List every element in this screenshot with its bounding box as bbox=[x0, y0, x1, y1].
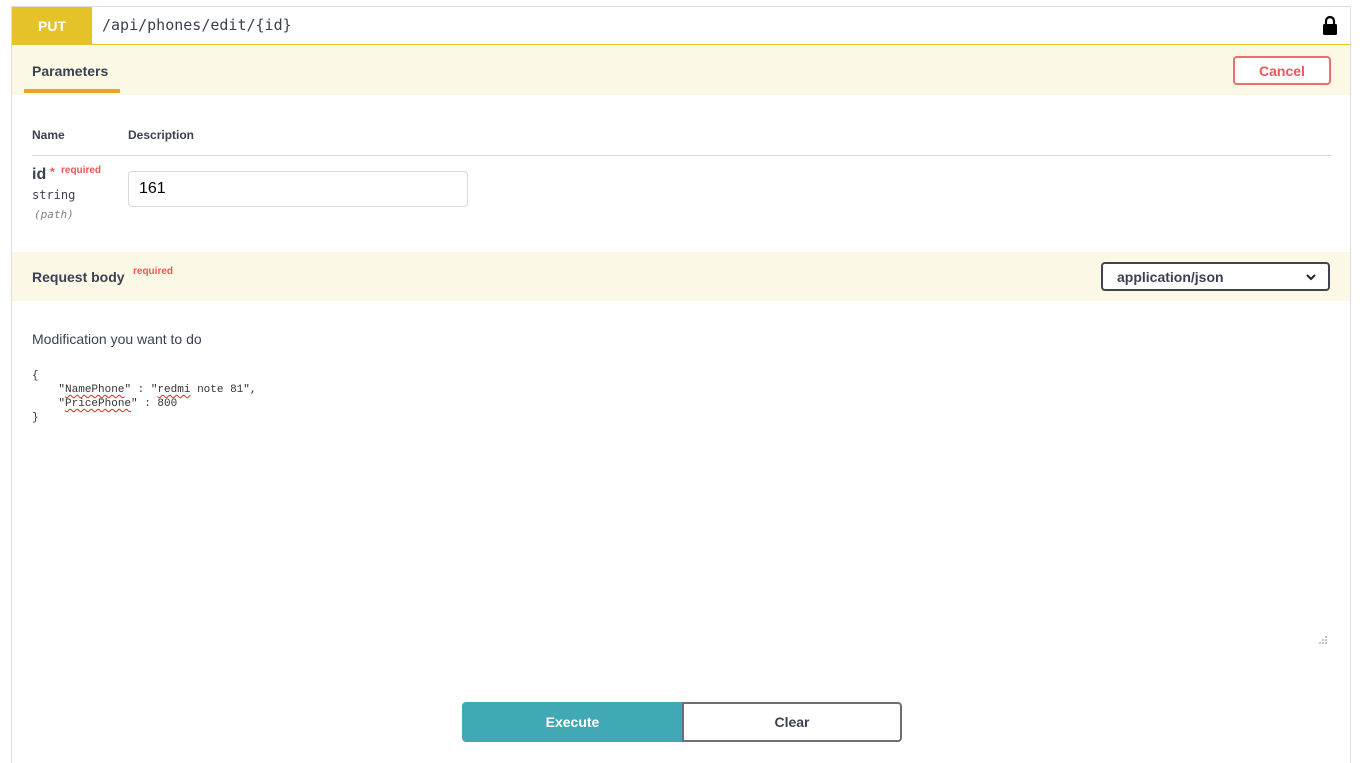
json-line: } bbox=[32, 412, 39, 424]
json-line: "PricePhone" : 800 bbox=[32, 398, 178, 410]
operation-block: PUT /api/phones/edit/{id} Parameters Can… bbox=[11, 6, 1351, 763]
request-body-title: Request body bbox=[32, 269, 125, 285]
request-body-header: Request body required application/json bbox=[12, 252, 1350, 301]
column-header-name: Name bbox=[32, 128, 65, 142]
operation-summary[interactable]: PUT /api/phones/edit/{id} bbox=[12, 7, 1350, 45]
lock-icon[interactable] bbox=[1322, 15, 1338, 35]
json-line: "NamePhone" : "redmi note 81", bbox=[32, 384, 257, 396]
parameters-tab-bar: Parameters Cancel bbox=[12, 45, 1350, 95]
param-required-label: required bbox=[61, 165, 102, 176]
clear-button[interactable]: Clear bbox=[682, 702, 902, 742]
param-location: (path) bbox=[34, 208, 74, 221]
request-body-description: Modification you want to do bbox=[32, 331, 202, 347]
column-header-description: Description bbox=[128, 128, 195, 142]
required-star: * bbox=[50, 165, 55, 179]
request-body-required-label: required bbox=[133, 266, 174, 277]
param-type: string bbox=[32, 188, 76, 202]
json-line: { bbox=[32, 370, 39, 382]
id-input[interactable] bbox=[128, 171, 468, 207]
resize-handle-icon[interactable] bbox=[1318, 635, 1328, 645]
endpoint-path: /api/phones/edit/{id} bbox=[102, 16, 292, 34]
execute-button[interactable]: Execute bbox=[462, 702, 683, 742]
http-method-badge: PUT bbox=[12, 7, 92, 45]
tab-parameters[interactable]: Parameters bbox=[24, 45, 120, 93]
tab-parameters-label: Parameters bbox=[32, 63, 109, 79]
chevron-down-icon bbox=[1306, 274, 1316, 281]
param-name: id bbox=[32, 166, 47, 183]
cancel-button[interactable]: Cancel bbox=[1233, 56, 1331, 85]
content-type-value: application/json bbox=[1117, 269, 1224, 285]
request-body-editor[interactable]: { "NamePhone" : "redmi note 81", "PriceP… bbox=[32, 369, 1332, 647]
content-type-select[interactable]: application/json bbox=[1101, 262, 1330, 291]
table-divider bbox=[32, 155, 1332, 156]
